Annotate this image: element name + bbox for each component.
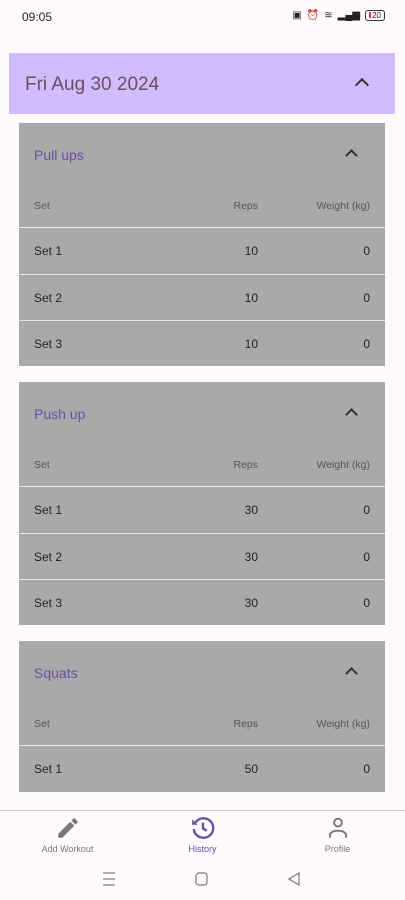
exercise-card: Pull ups Set Reps Weight (kg) Set 1 10 0… <box>19 123 385 366</box>
table-header: Set Reps Weight (kg) <box>19 444 385 487</box>
weight-value: 0 <box>363 290 370 305</box>
reps-value: 30 <box>244 595 258 610</box>
set-label: Set 1 <box>34 503 63 517</box>
col-weight: Weight (kg) <box>316 200 371 212</box>
pencil-icon <box>57 818 78 838</box>
history-list[interactable]: Fri Aug 30 2024 Pull ups Set Reps Weight… <box>0 53 405 810</box>
nfc-icon: ▣ <box>292 10 302 21</box>
table-row: Set 1 10 0 <box>19 228 385 274</box>
chevron-up-icon[interactable] <box>345 408 358 421</box>
col-weight: Weight (kg) <box>316 459 371 471</box>
table-row: Set 3 30 0 <box>19 579 385 625</box>
back-icon[interactable] <box>287 871 300 887</box>
status-icons: ▣ ⏰ ≋ ▂▄▆ 20 <box>292 10 385 21</box>
wifi-icon: ≋ <box>324 10 333 21</box>
exercise-name: Squats <box>34 665 78 681</box>
home-icon[interactable] <box>195 872 208 886</box>
day-title: Fri Aug 30 2024 <box>25 74 160 95</box>
col-reps: Reps <box>233 200 258 212</box>
reps-value: 50 <box>244 762 258 776</box>
nav-add-workout[interactable]: Add Workout <box>0 811 135 860</box>
exercise-card: Push up Set Reps Weight (kg) Set 1 30 0 … <box>19 382 385 625</box>
table-row: Set 3 10 0 <box>19 320 385 366</box>
reps-value: 10 <box>244 290 258 305</box>
exercise-name: Pull ups <box>34 147 84 163</box>
status-bar: 09:05 ▣ ⏰ ≋ ▂▄▆ 20 <box>0 0 405 36</box>
table-header: Set Reps Weight (kg) <box>19 185 385 228</box>
signal-icon: ▂▄▆ <box>337 10 361 21</box>
battery-icon: 20 <box>365 10 385 21</box>
nav-profile[interactable]: Profile <box>270 811 405 860</box>
table-row: Set 2 30 0 <box>19 533 385 579</box>
weight-value: 0 <box>363 336 370 351</box>
table-header: Set Reps Weight (kg) <box>19 703 385 746</box>
reps-value: 30 <box>244 549 258 564</box>
exercise-header[interactable]: Pull ups <box>19 123 385 185</box>
col-weight: Weight (kg) <box>316 718 371 730</box>
menu-icon[interactable] <box>103 872 115 886</box>
nav-label: Add Workout <box>41 844 94 854</box>
col-reps: Reps <box>233 718 258 730</box>
clock: 09:05 <box>22 10 53 24</box>
battery-level: 20 <box>372 11 381 20</box>
exercise-name: Push up <box>34 406 86 422</box>
col-set: Set <box>34 200 50 212</box>
system-navigation <box>103 871 300 887</box>
nav-history[interactable]: History <box>135 811 270 860</box>
reps-value: 10 <box>244 244 258 258</box>
col-reps: Reps <box>233 459 258 471</box>
alarm-icon: ⏰ <box>306 10 320 21</box>
set-label: Set 3 <box>34 595 63 610</box>
set-label: Set 1 <box>34 762 63 776</box>
table-row: Set 1 50 0 <box>19 746 385 792</box>
table-row: Set 1 30 0 <box>19 487 385 533</box>
col-set: Set <box>34 718 50 730</box>
bottom-navigation: Add Workout History Profile <box>0 810 405 860</box>
set-label: Set 2 <box>34 290 63 305</box>
set-label: Set 2 <box>34 549 63 564</box>
history-icon <box>191 817 214 839</box>
day-header[interactable]: Fri Aug 30 2024 <box>9 53 395 114</box>
exercise-header[interactable]: Push up <box>19 382 385 444</box>
nav-label: Profile <box>324 844 351 854</box>
weight-value: 0 <box>363 503 370 517</box>
chevron-up-icon[interactable] <box>354 77 370 93</box>
chevron-up-icon[interactable] <box>345 667 358 680</box>
reps-value: 30 <box>244 503 258 517</box>
weight-value: 0 <box>363 244 370 258</box>
set-label: Set 1 <box>34 244 63 258</box>
reps-value: 10 <box>244 336 258 351</box>
chevron-up-icon[interactable] <box>345 149 358 162</box>
exercise-card: Squats Set Reps Weight (kg) Set 1 50 0 <box>19 641 385 792</box>
weight-value: 0 <box>363 595 370 610</box>
weight-value: 0 <box>363 762 370 776</box>
person-icon <box>328 817 347 838</box>
nav-label: History <box>188 844 217 854</box>
set-label: Set 3 <box>34 336 63 351</box>
exercise-header[interactable]: Squats <box>19 641 385 703</box>
table-row: Set 2 10 0 <box>19 274 385 320</box>
weight-value: 0 <box>363 549 370 564</box>
col-set: Set <box>34 459 50 471</box>
